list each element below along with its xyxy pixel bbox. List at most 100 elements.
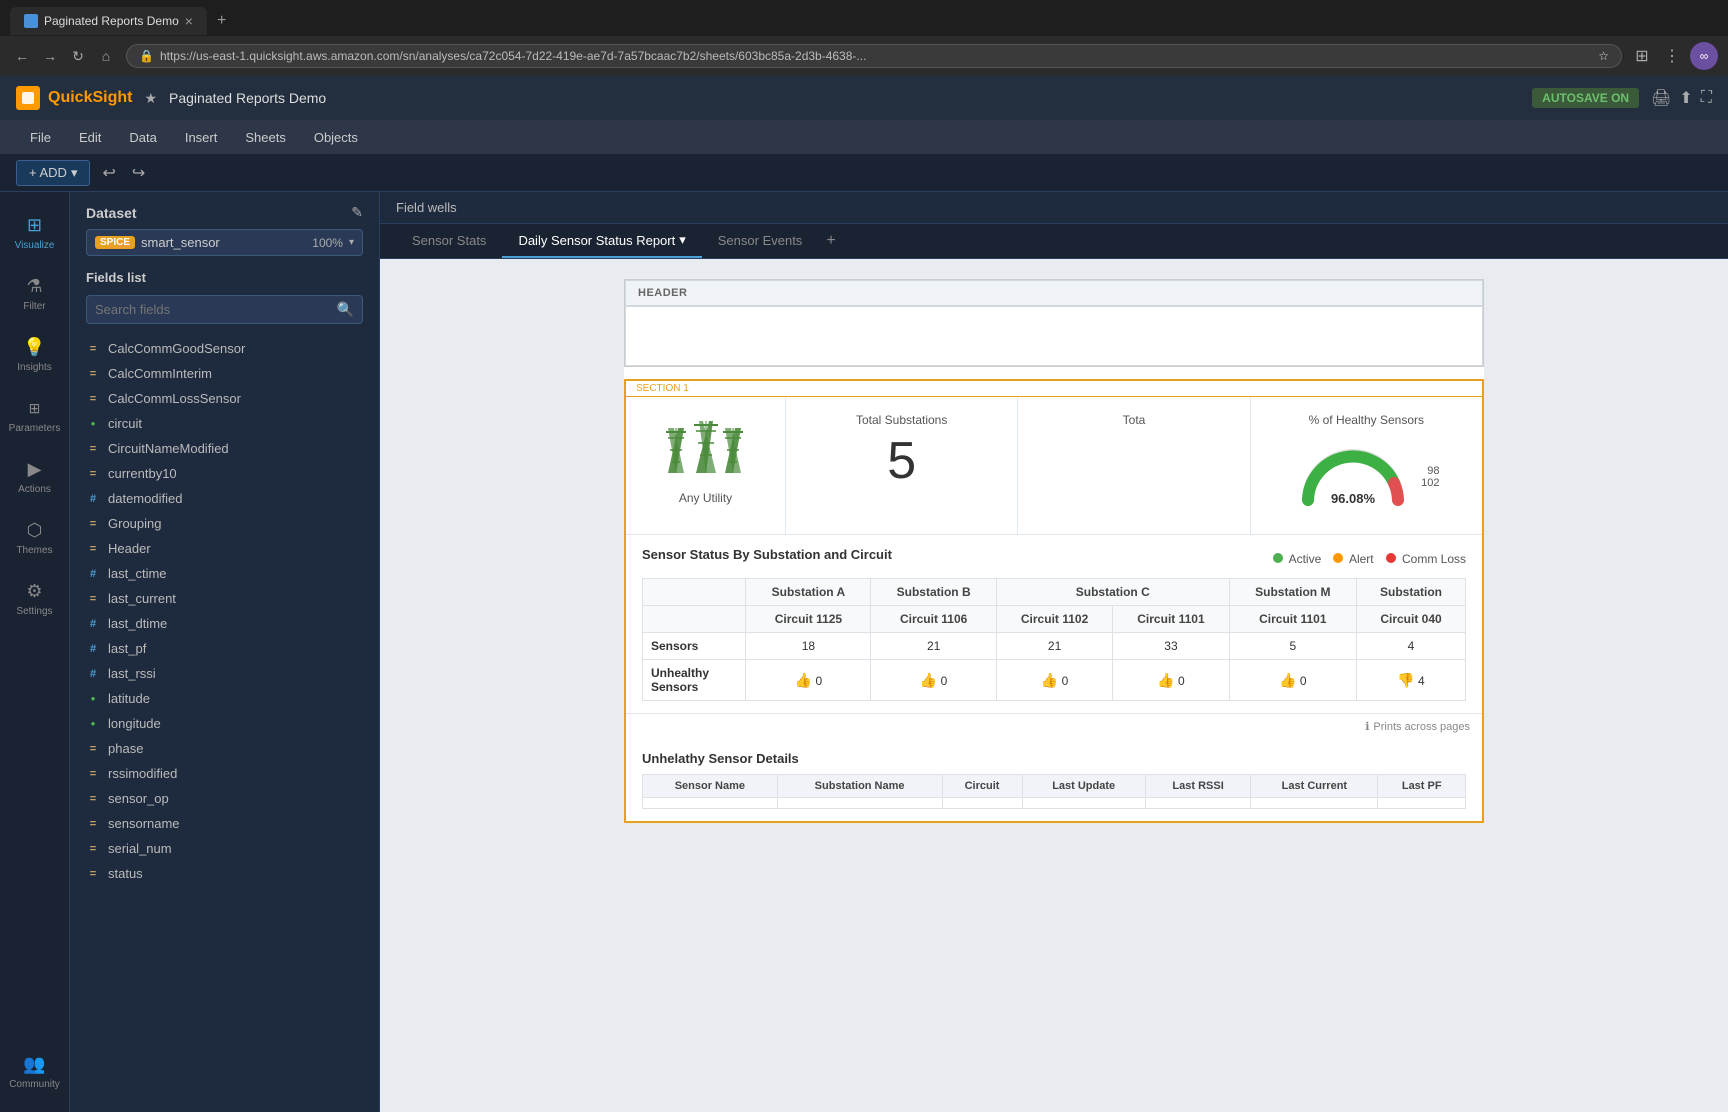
field-label: Grouping: [108, 516, 161, 531]
sidebar-item-filter[interactable]: ⚗ Filter: [0, 263, 69, 324]
tab-dropdown-icon: ▾: [679, 232, 686, 248]
field-item-serial-num[interactable]: = serial_num: [70, 836, 379, 861]
menu-item-sheets[interactable]: Sheets: [231, 120, 299, 154]
field-item-last-pf[interactable]: # last_pf: [70, 636, 379, 661]
menu-item-objects[interactable]: Objects: [300, 120, 372, 154]
dataset-edit-button[interactable]: ✎: [351, 204, 363, 221]
field-item-last-rssi[interactable]: # last_rssi: [70, 661, 379, 686]
sidebar-label-visualize: Visualize: [15, 240, 55, 251]
field-item-latitude[interactable]: ● latitude: [70, 686, 379, 711]
search-icon[interactable]: 🔍: [337, 301, 354, 318]
total-substations-value: 5: [887, 435, 916, 487]
field-item-last-current[interactable]: = last_current: [70, 586, 379, 611]
field-item-longitude[interactable]: ● longitude: [70, 711, 379, 736]
field-item-circuit[interactable]: ● circuit: [70, 411, 379, 436]
equals-icon: =: [86, 442, 100, 456]
undo-button[interactable]: ↩: [98, 161, 119, 185]
menu-item-file[interactable]: File: [16, 120, 65, 154]
extensions-button[interactable]: ⊞: [1630, 44, 1654, 68]
legend-active: Active: [1273, 552, 1321, 566]
tab-daily-sensor-status[interactable]: Daily Sensor Status Report ▾: [502, 224, 701, 258]
circle-icon: ●: [86, 692, 100, 706]
sensor-table-section: Sensor Status By Substation and Circuit …: [626, 535, 1482, 713]
info-icon: ℹ: [1365, 720, 1369, 733]
thumbsup-icon: 👍: [1157, 672, 1174, 688]
tab-favicon: [24, 14, 38, 28]
new-tab-button[interactable]: +: [207, 6, 236, 36]
search-fields-input[interactable]: [95, 302, 331, 317]
tab-sensor-stats[interactable]: Sensor Stats: [396, 225, 502, 258]
active-tab[interactable]: Paginated Reports Demo ×: [10, 7, 207, 35]
field-item-rssimodified[interactable]: = rssimodified: [70, 761, 379, 786]
sidebar-item-themes[interactable]: ⬡ Themes: [0, 507, 69, 568]
fullscreen-button[interactable]: ⛶: [1701, 89, 1712, 107]
field-item-header[interactable]: = Header: [70, 536, 379, 561]
field-item-calccommlosssensor[interactable]: = CalcCommLossSensor: [70, 386, 379, 411]
sidebar-item-community[interactable]: 👥 Community: [0, 1041, 69, 1102]
unhealthy-val-1: 👍 0: [871, 660, 997, 701]
field-item-sensorname[interactable]: = sensorname: [70, 811, 379, 836]
main-layout: ⊞ Visualize ⚗ Filter 💡 Insights ⊞ Parame…: [0, 192, 1728, 1112]
dataset-dropdown[interactable]: SPICE smart_sensor 100% ▾: [86, 229, 363, 256]
analysis-title: Paginated Reports Demo: [169, 90, 326, 106]
hash-icon: #: [86, 667, 100, 681]
qs-logo[interactable]: QuickSight: [16, 86, 132, 110]
equals-icon: =: [86, 792, 100, 806]
equals-icon: =: [86, 817, 100, 831]
bookmark-icon[interactable]: ☆: [1598, 49, 1609, 63]
unhealthy-details-title: Unhelathy Sensor Details: [642, 751, 1466, 766]
field-item-calccommgoodsensor[interactable]: = CalcCommGoodSensor: [70, 336, 379, 361]
sidebar-item-parameters[interactable]: ⊞ Parameters: [0, 385, 69, 446]
back-button[interactable]: ←: [10, 44, 34, 68]
menu-item-data[interactable]: Data: [115, 120, 170, 154]
circle-icon: ●: [86, 417, 100, 431]
field-item-last-ctime[interactable]: # last_ctime: [70, 561, 379, 586]
legend-comm-loss: Comm Loss: [1386, 552, 1466, 566]
refresh-button[interactable]: ↻: [66, 44, 90, 68]
dashboard-canvas[interactable]: HEADER SECTION 1: [380, 259, 1728, 1112]
sidebar-item-actions[interactable]: ▶ Actions: [0, 446, 69, 507]
menu-item-edit[interactable]: Edit: [65, 120, 115, 154]
fields-list-header: Fields list: [70, 264, 379, 291]
field-item-status[interactable]: = status: [70, 861, 379, 886]
field-item-phase[interactable]: = phase: [70, 736, 379, 761]
field-item-calccomminterim[interactable]: = CalcCommInterim: [70, 361, 379, 386]
add-sheet-button[interactable]: +: [818, 224, 843, 258]
field-search-box[interactable]: 🔍: [86, 295, 363, 324]
field-item-circuitnamemodified[interactable]: = CircuitNameModified: [70, 436, 379, 461]
menu-item-insert[interactable]: Insert: [171, 120, 232, 154]
url-box[interactable]: 🔒 https://us-east-1.quicksight.aws.amazo…: [126, 44, 1622, 68]
forward-button[interactable]: →: [38, 44, 62, 68]
home-button[interactable]: ⌂: [94, 44, 118, 68]
sidebar-item-insights[interactable]: 💡 Insights: [0, 324, 69, 385]
sidebar-item-visualize[interactable]: ⊞ Visualize: [0, 202, 69, 263]
add-button[interactable]: + ADD ▾: [16, 160, 90, 186]
field-label: phase: [108, 741, 143, 756]
tab-sensor-events[interactable]: Sensor Events: [702, 225, 819, 258]
total-substations-block: Total Substations 5: [786, 397, 1018, 534]
th-circuit-1125: Circuit 1125: [746, 606, 871, 633]
menu-button[interactable]: ⋮: [1660, 44, 1684, 68]
field-item-sensor-op[interactable]: = sensor_op: [70, 786, 379, 811]
share-button[interactable]: ⬆: [1679, 88, 1692, 108]
field-item-last-dtime[interactable]: # last_dtime: [70, 611, 379, 636]
table-header-row-2: Circuit 1125 Circuit 1106 Circuit 1102 C…: [643, 606, 1466, 633]
field-item-currentby10[interactable]: = currentby10: [70, 461, 379, 486]
redo-button[interactable]: ↪: [128, 161, 149, 185]
print-button[interactable]: 🖨: [1651, 88, 1671, 108]
profile-button[interactable]: ∞: [1690, 42, 1718, 70]
field-item-grouping[interactable]: = Grouping: [70, 511, 379, 536]
dataset-header-label: Dataset: [86, 205, 137, 221]
sensors-val-5: 4: [1356, 633, 1465, 660]
close-tab-button[interactable]: ×: [185, 13, 193, 29]
detail-substation: [777, 798, 942, 809]
favorite-icon[interactable]: ★: [144, 90, 157, 107]
field-item-datemodified[interactable]: # datemodified: [70, 486, 379, 511]
thumbsup-icon: 👍: [920, 672, 937, 688]
chevron-down-icon: ▾: [349, 237, 354, 248]
thumbsup-icon: 👍: [1041, 672, 1058, 688]
sidebar-item-settings[interactable]: ⚙ Settings: [0, 568, 69, 629]
field-wells-bar: Field wells: [380, 192, 1728, 224]
th-circuit-040: Circuit 040: [1356, 606, 1465, 633]
sensors-val-4: 5: [1229, 633, 1356, 660]
